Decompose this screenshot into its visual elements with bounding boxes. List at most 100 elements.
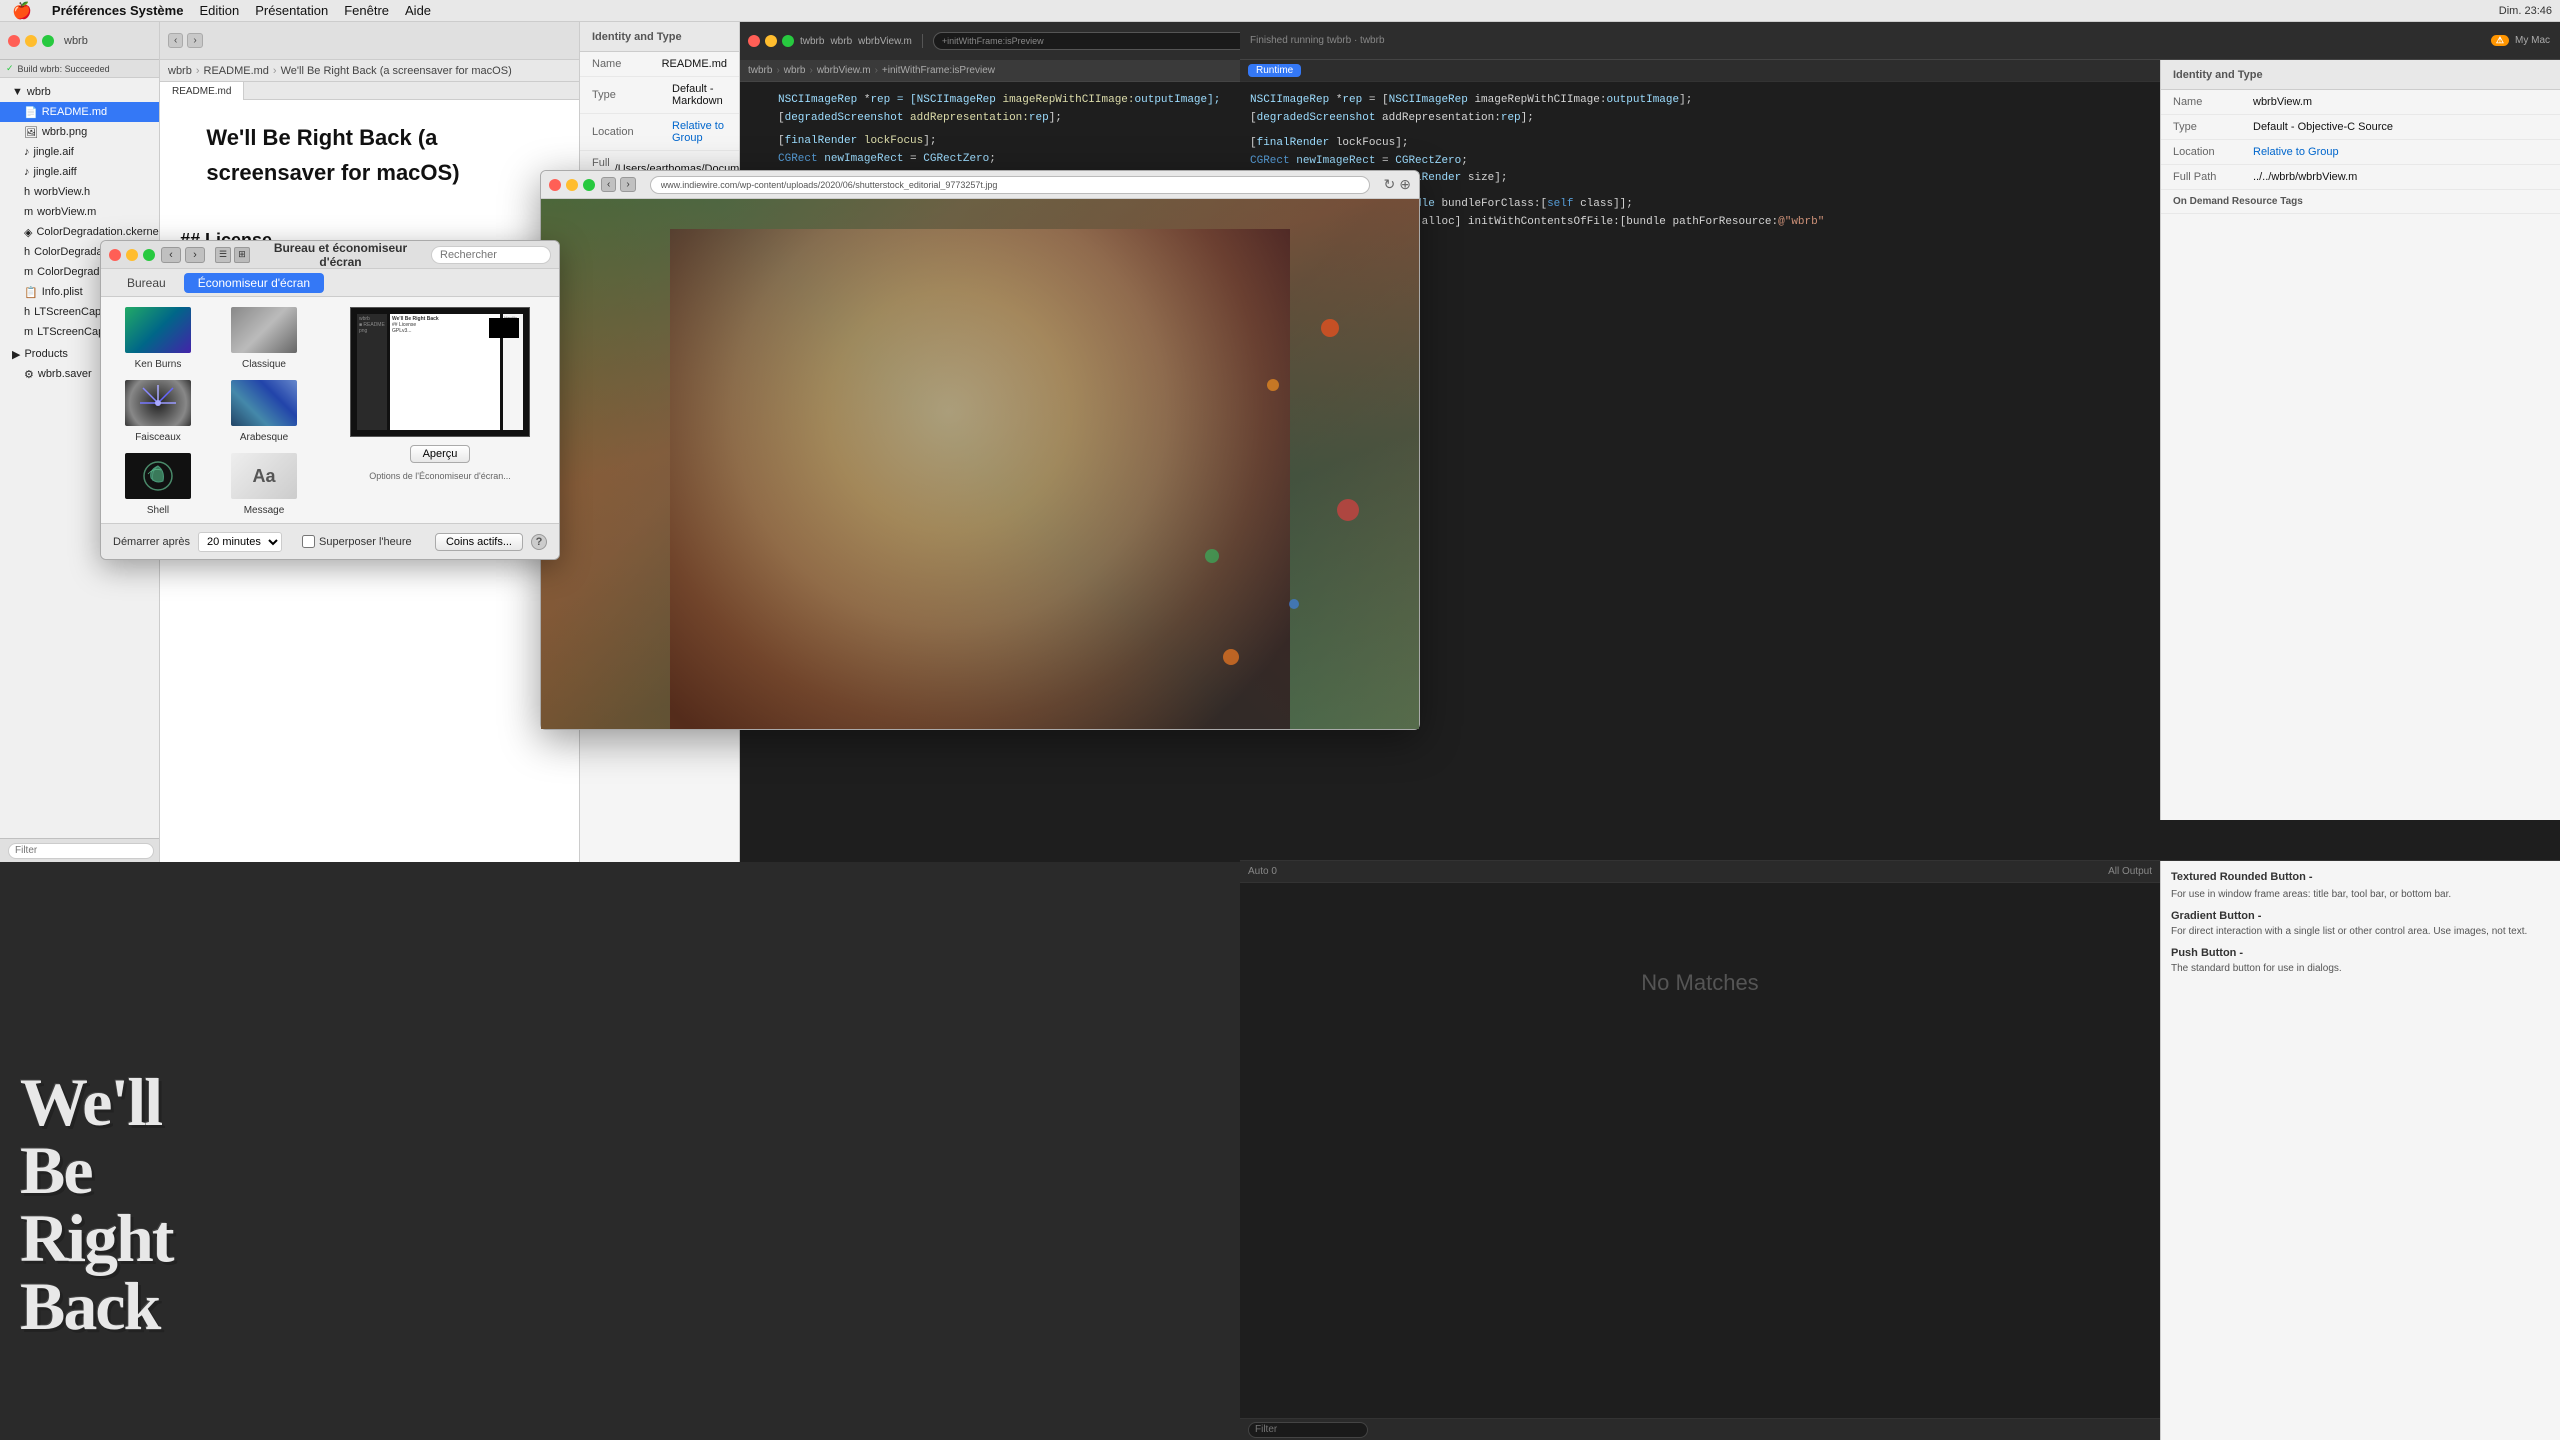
- ss-back-btn[interactable]: ‹: [161, 247, 181, 263]
- bottom-filter-input[interactable]: [1248, 1422, 1368, 1438]
- no-matches-text: No Matches: [1641, 970, 1758, 996]
- wbrb-label: wbrb: [830, 36, 852, 47]
- menubar-aide[interactable]: Aide: [397, 0, 439, 22]
- middle-min-btn[interactable]: [765, 35, 777, 47]
- bc-wbrbviewm[interactable]: wbrbView.m: [817, 65, 871, 76]
- push-btn-title: Push Button -: [2171, 947, 2550, 959]
- ss-item-classique[interactable]: Classique: [215, 305, 313, 370]
- menubar-edition[interactable]: Edition: [191, 0, 247, 22]
- id-label-name: Name: [592, 58, 662, 70]
- dot-4: [1205, 549, 1219, 563]
- preview-btn[interactable]: Aperçu: [410, 445, 471, 463]
- file-wbrb-folder[interactable]: ▼ wbrb: [0, 82, 159, 102]
- code-text-3: [finalRender lockFocus];: [778, 133, 936, 151]
- id-row-type-right: Type Default - Objective-C Source: [2161, 115, 2560, 140]
- browser-close-btn[interactable]: [549, 179, 561, 191]
- ss-search-input[interactable]: [431, 246, 551, 264]
- ss-tabs: Bureau Économiseur d'écran: [101, 269, 559, 297]
- menubar-fenetre[interactable]: Fenêtre: [336, 0, 397, 22]
- ss-max-btn[interactable]: [143, 249, 155, 261]
- screensaver-window: ‹ › ☰ ⊞ Bureau et économiseur d'écran Bu…: [100, 240, 560, 560]
- ss-min-btn[interactable]: [126, 249, 138, 261]
- ss-item-shell[interactable]: Shell: [109, 451, 207, 516]
- id-row-location-right: Location Relative to Group: [2161, 140, 2560, 165]
- ss-fwd-btn[interactable]: ›: [185, 247, 205, 263]
- on-demand-label-r: On Demand Resource Tags: [2161, 190, 2560, 214]
- file-worbview-m[interactable]: m worbView.m: [0, 202, 159, 222]
- maximize-button[interactable]: [42, 35, 54, 47]
- ln-2: [750, 110, 770, 128]
- options-text[interactable]: Options de l'Économiseur d'écran...: [369, 471, 511, 481]
- nav-fwd-btn[interactable]: ›: [187, 33, 202, 48]
- minimize-button[interactable]: [25, 35, 37, 47]
- file-jingle-aif[interactable]: ♪ jingle.aif: [0, 142, 159, 162]
- code-line-2: [degradedScreenshot addRepresentation:re…: [750, 110, 1309, 128]
- id-label-name-r: Name: [2173, 96, 2253, 108]
- dot-1: [1321, 319, 1339, 337]
- right-code-toolbar: Runtime: [1240, 60, 2160, 82]
- close-button[interactable]: [8, 35, 20, 47]
- ss-tab-bureau[interactable]: Bureau: [113, 273, 180, 293]
- btn-runtime[interactable]: Runtime: [1248, 64, 1301, 77]
- filter-input[interactable]: [8, 843, 154, 859]
- color-overlay-2: [541, 199, 1419, 729]
- file-wbrb-png[interactable]: 🖼 wbrb.png: [0, 122, 159, 142]
- ss-footer: Démarrer après 20 minutes Superposer l'h…: [101, 523, 559, 559]
- identity-panel-right: Identity and Type Name wbrbView.m Type D…: [2160, 60, 2560, 820]
- nav-back-btn[interactable]: ‹: [168, 33, 183, 48]
- desktop: wbrb ✓ Build wbrb: Succeeded ▼ wbrb 📄 RE…: [0, 22, 2560, 1440]
- dot-2: [1267, 379, 1279, 391]
- ss-tab-economiseur[interactable]: Économiseur d'écran: [184, 273, 324, 293]
- middle-max-btn[interactable]: [782, 35, 794, 47]
- ss-item-faisceaux[interactable]: Faisceaux: [109, 378, 207, 443]
- bc-twbrb[interactable]: twbrb: [748, 65, 772, 76]
- ss-close-btn[interactable]: [109, 249, 121, 261]
- ss-item-ken-burns[interactable]: Ken Burns: [109, 305, 207, 370]
- traffic-lights: [8, 35, 54, 47]
- ss-item-message[interactable]: Aa Message: [215, 451, 313, 516]
- identity-row-location: Location Relative to Group: [580, 114, 739, 151]
- browser-refresh-btn[interactable]: ↻: [1384, 176, 1396, 193]
- project-name: wbrb: [64, 35, 88, 47]
- tab-readme[interactable]: README.md: [160, 82, 244, 100]
- menubar-presentation[interactable]: Présentation: [247, 0, 336, 22]
- browser-max-btn[interactable]: [583, 179, 595, 191]
- help-btn[interactable]: ?: [531, 534, 547, 550]
- big-text-line-2: Be: [20, 1136, 172, 1204]
- bc-initwithframe[interactable]: +initWithFrame:isPreview: [882, 65, 995, 76]
- ss-view-btns: ☰ ⊞: [215, 247, 250, 263]
- browser-back-btn[interactable]: ‹: [601, 177, 616, 192]
- file-readme[interactable]: 📄 README.md: [0, 102, 159, 122]
- right-code-line-3: [finalRender lockFocus];: [1250, 135, 2150, 153]
- ss-label-ken-burns: Ken Burns: [135, 359, 182, 370]
- breadcrumb-wbrb2[interactable]: We'll Be Right Back (a screensaver for m…: [281, 65, 512, 77]
- middle-close-btn[interactable]: [748, 35, 760, 47]
- overlay-checkbox[interactable]: [302, 535, 315, 548]
- file-worbview-h[interactable]: h worbView.h: [0, 182, 159, 202]
- ss-grid-view-btn[interactable]: ⊞: [234, 247, 250, 263]
- url-text: www.indiewire.com/wp-content/uploads/202…: [661, 180, 998, 190]
- id-value-fullpath-r: ../../wbrb/wbrbView.m: [2253, 171, 2548, 183]
- corners-btn[interactable]: Coins actifs...: [435, 533, 523, 551]
- right-code-line-2: [degradedScreenshot addRepresentation:re…: [1250, 110, 2150, 128]
- browser-actions: ↻ ⊕: [1384, 176, 1411, 193]
- browser-share-btn[interactable]: ⊕: [1399, 176, 1411, 193]
- menubar-app-name[interactable]: Préférences Système: [44, 0, 192, 22]
- browser-url-bar[interactable]: www.indiewire.com/wp-content/uploads/202…: [650, 176, 1370, 194]
- bc-wbrb[interactable]: wbrb: [784, 65, 806, 76]
- menubar-time: Dim. 23:46: [2499, 5, 2552, 17]
- ss-item-arabesque[interactable]: Arabesque: [215, 378, 313, 443]
- file-colordeg-ck[interactable]: ◈ ColorDegradation.ckernel: [0, 222, 159, 242]
- editor-line-1: We'll Be Right Back (a screensaver for m…: [180, 120, 559, 206]
- browser-fwd-btn[interactable]: ›: [620, 177, 635, 192]
- breadcrumb-readme[interactable]: README.md: [204, 65, 269, 77]
- duration-select[interactable]: 20 minutes: [198, 532, 282, 552]
- browser-content: [541, 199, 1419, 729]
- apple-menu[interactable]: 🍎: [0, 0, 44, 22]
- middle-traffic-lights: [748, 35, 794, 47]
- breadcrumb-wbrb[interactable]: wbrb: [168, 65, 192, 77]
- browser-min-btn[interactable]: [566, 179, 578, 191]
- ss-list-view-btn[interactable]: ☰: [215, 247, 231, 263]
- file-jingle-aiff[interactable]: ♪ jingle.aiff: [0, 162, 159, 182]
- editor-toolbar: ‹ ›: [160, 22, 579, 60]
